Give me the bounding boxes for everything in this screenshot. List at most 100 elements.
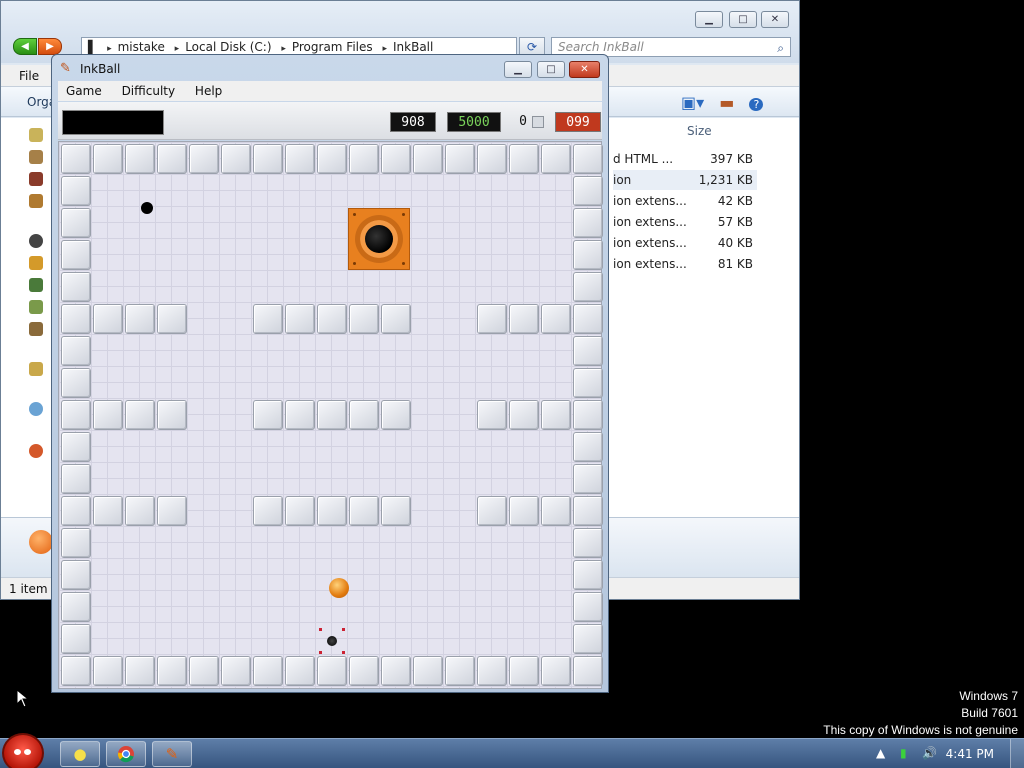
- wall-tile: [157, 400, 187, 430]
- search-icon[interactable]: ⌕: [777, 39, 784, 57]
- file-type: ion extens...: [613, 236, 687, 250]
- show-hidden-icons-icon[interactable]: ▲: [876, 746, 885, 760]
- inkball-titlebar[interactable]: ✎ InkBall ▁ □ ✕: [52, 55, 608, 81]
- file-row[interactable]: ion extens... 42 KB: [613, 191, 757, 211]
- file-row[interactable]: ion extens... 81 KB: [613, 254, 757, 274]
- clock[interactable]: 4:41 PM: [946, 747, 994, 761]
- wall-tile: [157, 304, 187, 334]
- wall-tile: [509, 656, 539, 686]
- close-button[interactable]: ✕: [569, 61, 600, 78]
- explorer-maximize-button[interactable]: □: [729, 11, 757, 28]
- computer-icon[interactable]: [29, 402, 43, 416]
- change-view-icon[interactable]: ▣▾: [681, 93, 704, 112]
- breadcrumb-item[interactable]: Local Disk (C:): [185, 40, 271, 54]
- music-icon[interactable]: [29, 278, 43, 292]
- wall-tile: [573, 144, 603, 174]
- minimize-button[interactable]: ▁: [504, 61, 532, 78]
- spawner-pit: [327, 636, 337, 646]
- breadcrumb-item[interactable]: mistake: [118, 40, 165, 54]
- column-header-size[interactable]: Size: [687, 124, 712, 138]
- game-board[interactable]: [58, 141, 603, 689]
- wall-tile: [573, 656, 603, 686]
- window-title: InkBall: [80, 62, 121, 76]
- navigation-pane: [1, 118, 53, 549]
- wall-tile: [285, 656, 315, 686]
- wall-tile: [541, 400, 571, 430]
- ball-spawner: [317, 626, 347, 656]
- wall-tile: [61, 592, 91, 622]
- file-row[interactable]: ion extens... 57 KB: [613, 212, 757, 232]
- help-icon[interactable]: ?: [749, 98, 764, 111]
- inkball-window[interactable]: ✎ InkBall ▁ □ ✕ Game Difficulty Help 908…: [51, 54, 609, 693]
- maximize-button[interactable]: □: [537, 61, 565, 78]
- network-icon[interactable]: [29, 444, 43, 458]
- file-size: 1,231 KB: [698, 173, 753, 187]
- menu-help[interactable]: Help: [187, 81, 230, 101]
- sticky-notes-icon[interactable]: ●: [60, 741, 100, 767]
- start-button[interactable]: [2, 733, 44, 768]
- ink-progress-display: [62, 110, 164, 135]
- breadcrumb-item[interactable]: InkBall: [393, 40, 433, 54]
- volume-icon[interactable]: 🔊: [922, 746, 937, 760]
- file-row[interactable]: d HTML ... 397 KB: [613, 149, 757, 169]
- wall-tile: [349, 400, 379, 430]
- wall-tile: [61, 560, 91, 590]
- downloads-icon[interactable]: [29, 172, 43, 186]
- documents-icon[interactable]: [29, 256, 43, 270]
- file-row[interactable]: ion extens... 40 KB: [613, 233, 757, 253]
- forward-arrow-icon[interactable]: ▶: [38, 38, 62, 55]
- inkball-taskbar-icon[interactable]: ✎: [152, 741, 192, 767]
- wall-tile: [477, 656, 507, 686]
- videos-icon[interactable]: [29, 322, 43, 336]
- recent-places-icon[interactable]: [29, 194, 43, 208]
- desktop-icon[interactable]: [29, 150, 43, 164]
- show-desktop-button[interactable]: [1010, 739, 1024, 768]
- spawner-corner-mark: [342, 628, 345, 631]
- mouse-cursor-icon: [16, 689, 30, 708]
- wall-tile: [189, 144, 219, 174]
- back-arrow-icon[interactable]: ◀: [13, 38, 37, 55]
- search-placeholder: Search InkBall: [558, 40, 644, 54]
- system-tray: ▲ ▮ 🔊 4:41 PM: [864, 739, 1024, 768]
- inkball-menubar: Game Difficulty Help: [58, 81, 602, 101]
- wall-tile: [221, 656, 251, 686]
- explorer-close-button[interactable]: ✕: [761, 11, 789, 28]
- wall-tile: [509, 496, 539, 526]
- wall-tile: [157, 144, 187, 174]
- taskbar: ● ✎ ▲ ▮ 🔊 4:41 PM: [0, 733, 1024, 768]
- target-score-counter: 5000: [447, 112, 501, 132]
- wall-tile: [573, 208, 603, 238]
- menu-difficulty[interactable]: Difficulty: [114, 81, 184, 101]
- libraries-icon[interactable]: [29, 234, 43, 248]
- chrome-icon[interactable]: [106, 741, 146, 767]
- favorites-icon[interactable]: [29, 128, 43, 142]
- wall-tile: [253, 304, 283, 334]
- wall-tile: [573, 560, 603, 590]
- file-row-selected[interactable]: ion 1,231 KB: [613, 170, 757, 190]
- wall-tile: [381, 144, 411, 174]
- watermark-line: Build 7601: [961, 706, 1018, 720]
- black-ball: [141, 202, 153, 214]
- preview-pane-icon[interactable]: ▬: [719, 93, 734, 112]
- breadcrumb-item[interactable]: Program Files: [292, 40, 373, 54]
- menu-game[interactable]: Game: [58, 81, 110, 101]
- wall-tile: [349, 144, 379, 174]
- file-type: ion: [613, 173, 632, 187]
- wall-tile: [317, 496, 347, 526]
- score-panel: 908 5000 0 099: [58, 102, 602, 140]
- wall-tile: [413, 144, 443, 174]
- wall-tile: [573, 272, 603, 302]
- pictures-icon[interactable]: [29, 300, 43, 314]
- wall-tile: [61, 528, 91, 558]
- wall-tile: [573, 368, 603, 398]
- wall-tile: [93, 304, 123, 334]
- menu-file[interactable]: File: [19, 69, 39, 83]
- wall-tile: [477, 400, 507, 430]
- wall-tile: [317, 304, 347, 334]
- start-orb-eye: [14, 749, 21, 755]
- power-icon[interactable]: ▮: [900, 746, 907, 760]
- homegroup-icon[interactable]: [29, 362, 43, 376]
- wall-tile: [61, 400, 91, 430]
- explorer-minimize-button[interactable]: ▁: [695, 11, 723, 28]
- wall-tile: [61, 464, 91, 494]
